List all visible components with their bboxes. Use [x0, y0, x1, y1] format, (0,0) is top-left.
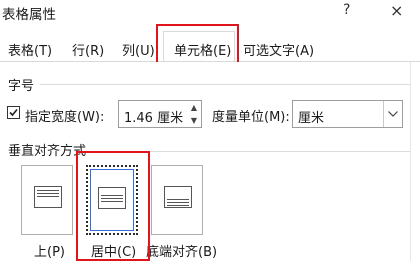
chevron-down-icon — [388, 111, 398, 117]
dialog-edge — [410, 62, 420, 261]
tab-column[interactable]: 列(U) — [122, 40, 155, 59]
close-button[interactable]: × — [390, 1, 403, 20]
dialog-title: 表格属性 — [2, 7, 56, 23]
valign-bottom-option[interactable] — [151, 165, 203, 235]
align-top-icon — [34, 186, 62, 208]
spin-down-icon[interactable]: ▼ — [187, 114, 201, 127]
tab-row[interactable]: 行(R) — [72, 40, 104, 59]
valign-bottom-label[interactable]: 底端对齐(B) — [146, 241, 217, 260]
dropdown-button[interactable] — [383, 101, 402, 127]
valign-section-divider — [118, 151, 410, 152]
annotation-highlight-center — [76, 151, 150, 261]
width-value[interactable]: 1.46 厘米 — [124, 107, 183, 126]
size-section-label: 字号 — [8, 79, 35, 94]
measure-in-dropdown[interactable]: 厘米 — [292, 100, 403, 128]
measure-in-value: 厘米 — [298, 111, 325, 126]
preferred-width-label: 指定宽度(W): — [25, 110, 105, 125]
valign-section-label: 垂直对齐方式 — [8, 144, 87, 159]
size-section-divider — [40, 84, 410, 85]
title-bar: 表格属性 ? × — [0, 0, 420, 26]
preferred-width-checkbox[interactable] — [7, 106, 20, 119]
measure-in-label: 度量单位(M): — [212, 110, 290, 125]
checkmark-icon — [9, 108, 18, 117]
valign-top-label[interactable]: 上(P) — [34, 241, 65, 260]
help-button[interactable]: ? — [343, 2, 350, 18]
tab-alt-text[interactable]: 可选文字(A) — [243, 40, 314, 59]
spin-up-icon[interactable]: ▲ — [187, 101, 201, 114]
align-bottom-icon — [164, 186, 192, 208]
tab-table[interactable]: 表格(T) — [8, 40, 52, 59]
width-spinner[interactable]: 1.46 厘米 ▲ ▼ — [118, 100, 202, 128]
valign-top-option[interactable] — [21, 165, 73, 235]
